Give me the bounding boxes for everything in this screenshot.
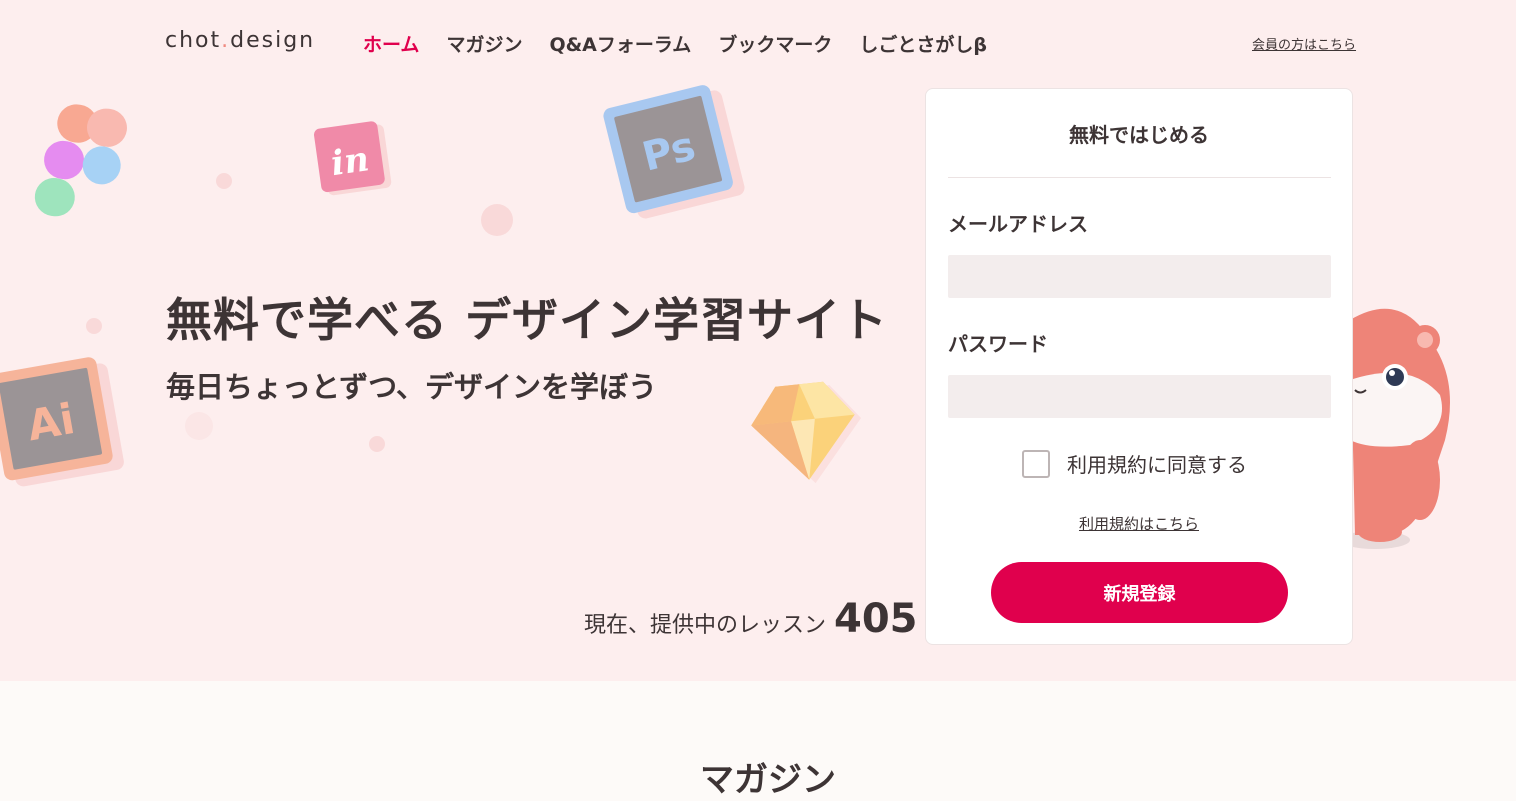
invision-icon-label: in: [329, 139, 372, 184]
terms-link[interactable]: 利用規約はこちら: [926, 513, 1352, 534]
password-field[interactable]: [948, 375, 1331, 418]
nav-item-job-search[interactable]: しごとさがしβ: [859, 30, 987, 57]
nav-item-qa-forum[interactable]: Q&Aフォーラム: [549, 30, 691, 57]
lesson-count-prefix: 現在、提供中のレッスン: [584, 613, 827, 638]
member-login-link[interactable]: 会員の方はこちら: [1252, 34, 1356, 53]
lesson-count: 現在、提供中のレッスン 405 本: [584, 596, 948, 642]
logo-text-right: design: [230, 28, 316, 53]
decor-bubble: [216, 173, 232, 189]
signup-button[interactable]: 新規登録: [991, 562, 1288, 623]
nav-item-magazine[interactable]: マガジン: [446, 30, 522, 57]
figma-icon: [34, 104, 127, 217]
nav-item-bookmark[interactable]: ブックマーク: [718, 30, 832, 57]
logo-dot: .: [221, 28, 231, 53]
illustrator-icon: Ai: [0, 357, 124, 487]
hero-title: 無料で学べる デザイン学習サイト: [166, 293, 889, 347]
terms-agree-checkbox[interactable]: [1022, 449, 1050, 478]
decor-bubble: [185, 412, 213, 440]
photoshop-icon: Ps: [603, 85, 745, 219]
email-label: メールアドレス: [948, 212, 1088, 236]
decor-bubble: [481, 204, 513, 236]
decor-bubble: [369, 436, 385, 452]
magazine-section-title: マガジン: [700, 760, 836, 800]
password-label: パスワード: [948, 332, 1048, 356]
hero-subtitle: 毎日ちょっとずつ、デザインを学ぼう: [166, 370, 657, 404]
sketch-icon: [751, 381, 862, 484]
signup-card-divider: [948, 177, 1331, 178]
email-field[interactable]: [948, 255, 1331, 298]
logo-text-left: chot: [165, 28, 222, 53]
lesson-count-number: 405: [834, 596, 918, 642]
signup-card: 無料ではじめる メールアドレス パスワード 利用規約に同意する 利用規約はこちら…: [925, 88, 1353, 645]
nav-item-home[interactable]: ホーム: [363, 30, 419, 57]
site-logo[interactable]: chot.design: [165, 28, 315, 53]
decor-bubble: [86, 318, 102, 334]
terms-agree-row: 利用規約に同意する: [1022, 449, 1247, 478]
terms-agree-label[interactable]: 利用規約に同意する: [1067, 449, 1247, 478]
main-nav: ホーム マガジン Q&Aフォーラム ブックマーク しごとさがしβ: [363, 30, 1014, 57]
signup-card-title: 無料ではじめる: [1069, 123, 1209, 147]
illustrator-icon-label: Ai: [24, 394, 79, 450]
hero-section: in Ps Ai chot.design ホーム マガジン Q&Aフォーラム ブ…: [0, 0, 1516, 681]
invision-icon: in: [313, 121, 392, 196]
